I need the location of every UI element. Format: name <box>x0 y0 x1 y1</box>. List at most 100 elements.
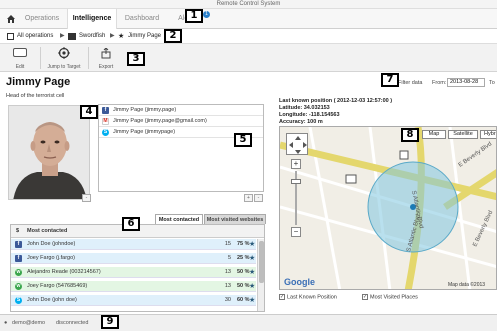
zoom-out-button[interactable]: − <box>291 227 301 237</box>
contact-name: John Doe (john doe) <box>27 297 77 303</box>
whatsapp-icon: w <box>15 283 22 290</box>
photo-remove-button[interactable]: - <box>82 194 91 202</box>
star-icon[interactable]: ★ <box>249 239 255 250</box>
account-remove-button[interactable]: - <box>254 194 263 202</box>
checkbox-checked-icon: ✓ <box>279 294 285 300</box>
table-row[interactable]: w Alejandro Reade (003214567) 13 50 % ★ <box>11 267 256 278</box>
tab-intelligence[interactable]: Intelligence <box>67 9 117 29</box>
tab-most-visited-websites[interactable]: Most visited websites <box>204 214 266 224</box>
star-icon[interactable]: ★ <box>249 281 255 292</box>
edit-label: Edit <box>15 64 25 70</box>
page-title: Jimmy Page <box>6 76 71 88</box>
table-row[interactable]: f John Doe (johndoe) 15 75 % ★ <box>11 239 256 250</box>
whatsapp-icon: w <box>15 269 22 276</box>
export-button[interactable]: Export <box>92 46 120 71</box>
zoom-in-button[interactable]: + <box>291 159 301 169</box>
last-position-checkbox[interactable]: ✓ Last Known Position <box>279 294 337 300</box>
table-row[interactable]: w Joey Fargo (547685469) 13 50 % ★ <box>11 281 256 292</box>
user-icon: ● <box>4 320 8 326</box>
annotation-badge: 5 <box>234 133 252 147</box>
pan-control[interactable] <box>286 133 308 155</box>
breadcrumb-swordfish[interactable]: Swordfish <box>79 29 105 44</box>
map-type-hybrid-button[interactable]: Hybrid <box>480 130 496 139</box>
breadcrumb-jimmy-page[interactable]: Jimmy Page <box>128 29 161 44</box>
column-header-most-contacted[interactable]: Most contacted <box>27 225 67 238</box>
contact-name: Joey Fargo (547685469) <box>27 283 88 289</box>
map-attribution: Map data ©2013 <box>448 282 486 288</box>
annotation-badge: 9 <box>101 315 119 329</box>
edit-icon <box>13 48 27 57</box>
accuracy-text: Accuracy: 100 m <box>279 119 323 125</box>
table-row[interactable]: f Joey Fargo (j.fargo) 5 25 % ★ <box>11 253 256 264</box>
facebook-icon: f <box>15 255 22 262</box>
export-icon <box>101 47 111 61</box>
skype-icon: S <box>15 297 22 304</box>
target-icon <box>58 47 70 61</box>
person-subtitle: Head of the terrorist cell <box>6 93 65 99</box>
skype-icon: S <box>102 129 109 136</box>
accounts-list: f Jimmy Page (jimmy.page) M Jimmy Page (… <box>98 104 264 192</box>
status-bar: ● demo@demo disconnected <box>0 314 497 331</box>
table-row[interactable]: S John Doe (john doe) 30 60 % ★ <box>11 295 256 306</box>
star-icon[interactable]: ★ <box>249 253 255 264</box>
zoom-slider-thumb[interactable] <box>291 179 301 184</box>
account-label: Jimmy Page (jimmy.page) <box>113 107 177 113</box>
map-view[interactable]: E Beverly Blvd S Atlantic Blvd S Atlanti… <box>279 126 497 290</box>
latitude-text: Latitude: 34.032153 <box>279 105 330 111</box>
breadcrumb-all-operations[interactable]: All operations <box>17 29 53 44</box>
toolbar: Edit Jump to Target Export <box>0 44 497 72</box>
alert-count-badge: 1 <box>203 11 210 18</box>
scrollbar[interactable] <box>257 239 264 311</box>
jump-to-target-label: Jump to Target <box>47 64 81 70</box>
target-star-icon: ★ <box>118 33 125 40</box>
filter-label: Filter data <box>398 80 423 86</box>
account-add-button[interactable]: + <box>244 194 253 202</box>
target-photo <box>8 105 90 200</box>
toolbar-divider <box>40 47 41 69</box>
tab-operations[interactable]: Operations <box>18 9 66 29</box>
tab-most-contacted[interactable]: Most contacted <box>155 214 203 224</box>
edit-button[interactable]: Edit <box>6 46 34 71</box>
home-icon[interactable] <box>6 14 16 26</box>
longitude-text: Longitude: -118.154563 <box>279 112 340 118</box>
export-label: Export <box>98 64 114 70</box>
contact-percent: 25 % <box>237 255 250 261</box>
account-label: Jimmy Page (jimmy.page@gmail.com) <box>113 118 207 124</box>
contact-name: John Doe (johndoe) <box>27 241 76 247</box>
breadcrumb: All operations ▶ Swordfish ▶ ★ Jimmy Pag… <box>0 29 497 44</box>
star-icon[interactable]: ★ <box>249 267 255 278</box>
account-label: Jimmy Page (jimmypage) <box>113 129 176 135</box>
top-navigation: Operations Intelligence Dashboard Alerti… <box>0 9 497 29</box>
visited-places-checkbox[interactable]: ✓ Most Visited Places <box>362 294 418 300</box>
window-titlebar: Remote Control System <box>0 0 497 9</box>
star-icon[interactable]: ★ <box>249 295 255 306</box>
checkbox-checked-icon: ✓ <box>362 294 368 300</box>
last-position-label: Last Known Position <box>287 294 337 301</box>
from-label: From: <box>432 80 447 86</box>
list-item[interactable]: f Jimmy Page (jimmy.page) <box>99 105 263 116</box>
contact-count: 15 <box>224 241 231 247</box>
contact-count: 13 <box>224 269 231 275</box>
map-type-map-button[interactable]: Map <box>422 130 446 139</box>
contact-name: Alejandro Reade (003214567) <box>27 269 101 275</box>
map-type-satellite-button[interactable]: Satellite <box>448 130 478 139</box>
contact-count: 30 <box>224 297 231 303</box>
scrollbar-thumb[interactable] <box>259 241 264 283</box>
from-date-input[interactable]: 2013-08-28 <box>447 78 485 87</box>
breadcrumb-separator-icon: ▶ <box>110 33 115 39</box>
breadcrumb-separator-icon: ▶ <box>60 33 65 39</box>
visited-places-label: Most Visited Places <box>370 294 418 301</box>
contact-count: 5 <box>227 255 231 261</box>
tab-dashboard[interactable]: Dashboard <box>118 9 166 29</box>
contact-name: Joey Fargo (j.fargo) <box>27 255 75 261</box>
gmail-icon: M <box>102 118 109 125</box>
list-item[interactable]: M Jimmy Page (jimmy.page@gmail.com) <box>99 116 263 127</box>
window-title: Remote Control System <box>216 1 281 7</box>
annotation-badge: 8 <box>401 128 419 142</box>
last-position-title: Last known position ( 2012-12-03 12:57:0… <box>279 98 393 104</box>
annotation-badge: 4 <box>80 105 98 119</box>
sort-icon[interactable]: $ <box>16 225 19 238</box>
google-logo: Google <box>284 277 315 287</box>
jump-to-target-button[interactable]: Jump to Target <box>46 46 82 71</box>
annotation-badge: 6 <box>122 217 140 231</box>
